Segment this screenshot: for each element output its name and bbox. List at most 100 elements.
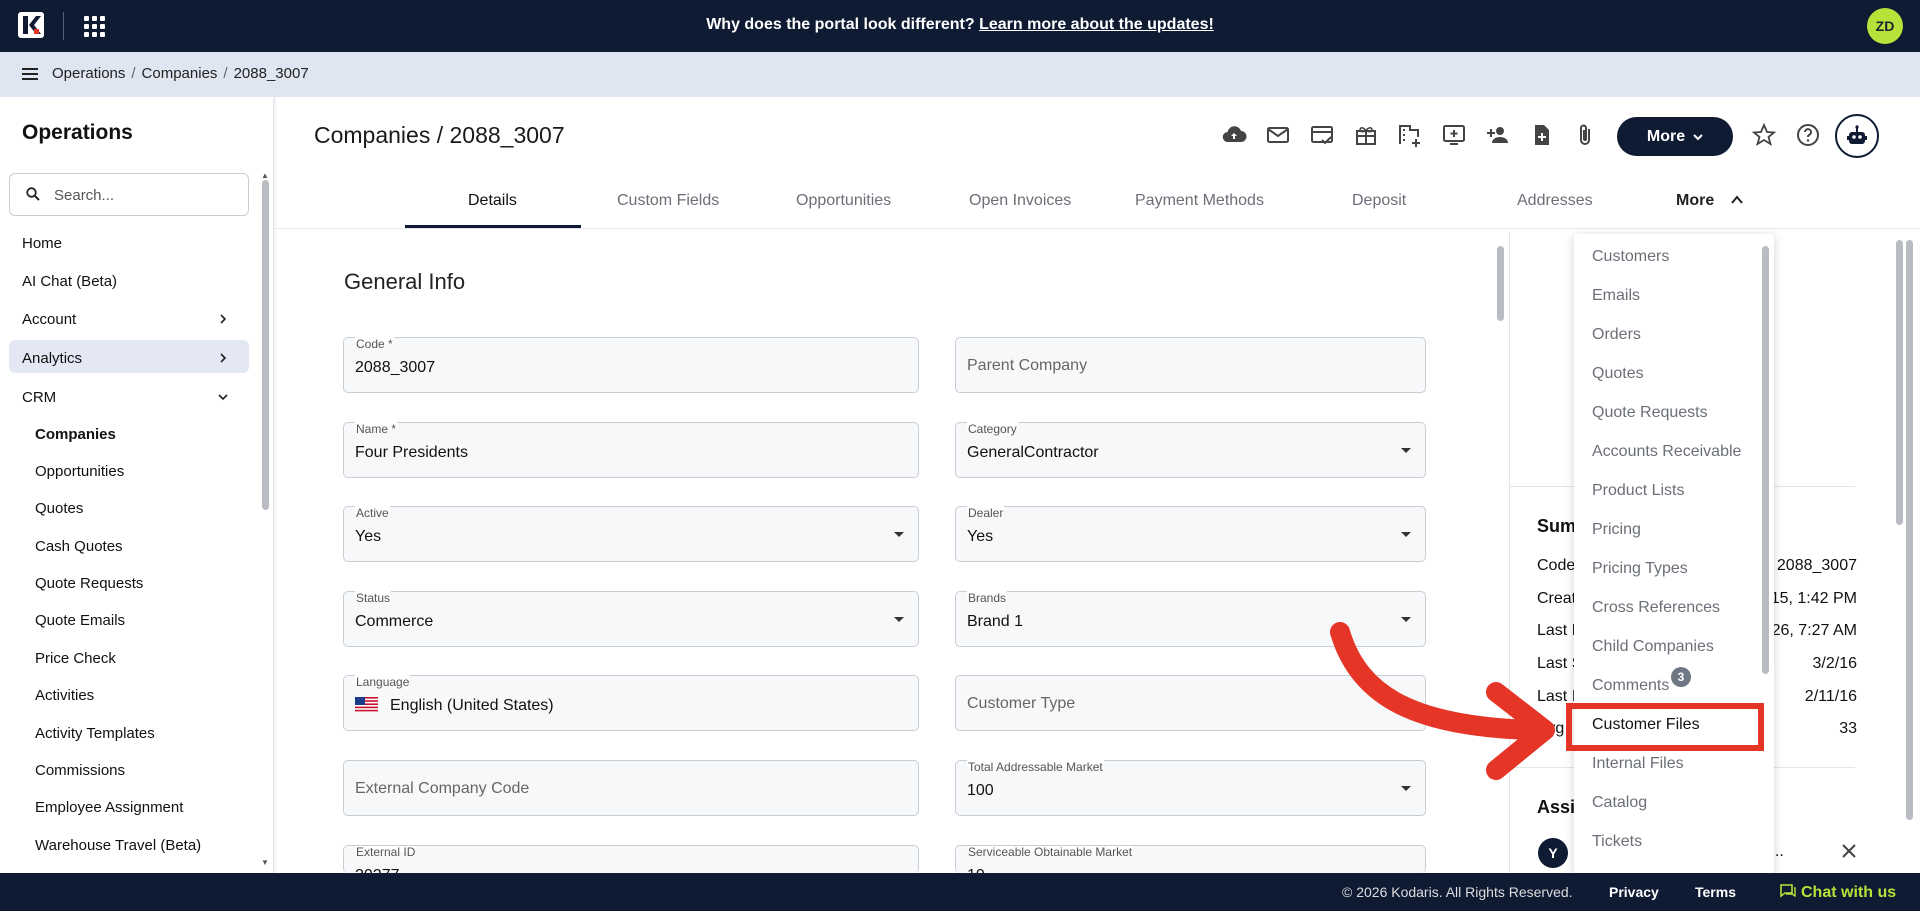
customer-type-select[interactable]: Customer Type [955, 675, 1426, 731]
dropdown-arrow-icon [1401, 532, 1411, 537]
parent-company-field[interactable]: Parent Company [955, 337, 1426, 393]
sidebar-item-quote-emails[interactable]: Quote Emails [35, 612, 125, 629]
tab-more[interactable]: More [1676, 192, 1743, 210]
tab-deposit[interactable]: Deposit [1352, 192, 1406, 210]
menu-item-child-companies[interactable]: Child Companies [1592, 638, 1714, 656]
more-button[interactable]: More [1617, 117, 1733, 156]
sidebar-item-home[interactable]: Home [22, 235, 62, 252]
tab-details[interactable]: Details [468, 192, 517, 210]
menu-item-emails[interactable]: Emails [1592, 287, 1640, 305]
sidebar-item-analytics[interactable]: Analytics [22, 350, 82, 367]
panel-scrollbar[interactable] [1896, 240, 1903, 525]
code-field[interactable]: Code * 2088_3007 [343, 337, 919, 393]
name-value: Four Presidents [355, 444, 468, 461]
summary-label: Creat [1537, 590, 1577, 607]
add-person-icon[interactable] [1485, 122, 1511, 148]
external-id-label: External ID [355, 845, 417, 859]
cloud-upload-icon[interactable] [1221, 122, 1247, 148]
brands-label: Brands [967, 591, 1008, 605]
menu-item-comments[interactable]: Comments [1592, 677, 1669, 695]
tab-addresses[interactable]: Addresses [1517, 192, 1593, 210]
menu-item-orders[interactable]: Orders [1592, 326, 1641, 344]
tab-opportunities[interactable]: Opportunities [796, 192, 891, 210]
sidebar-item-activities[interactable]: Activities [35, 687, 94, 704]
summary-title: Sum [1537, 516, 1577, 536]
scroll-up-icon[interactable]: ▲ [261, 171, 269, 180]
hamburger-menu-icon[interactable] [22, 68, 38, 80]
section-title: General Info [344, 269, 466, 294]
sidebar-item-employee-assignment[interactable]: Employee Assignment [35, 799, 183, 816]
star-icon[interactable] [1751, 122, 1777, 148]
breadcrumb-operations[interactable]: Operations [52, 65, 125, 82]
category-select[interactable]: Category GeneralContractor [955, 422, 1426, 478]
brands-value: Brand 1 [967, 613, 1024, 630]
tab-open-invoices[interactable]: Open Invoices [969, 192, 1071, 210]
assignee-avatar: Y [1538, 838, 1568, 868]
robot-icon [1847, 125, 1867, 144]
dropdown-arrow-icon [1401, 448, 1411, 453]
sidebar-item-activity-templates[interactable]: Activity Templates [35, 725, 155, 742]
add-to-screen-icon[interactable] [1441, 122, 1467, 148]
menu-item-tickets[interactable]: Tickets [1592, 833, 1642, 851]
menu-item-customers[interactable]: Customers [1592, 248, 1669, 266]
menu-item-quotes[interactable]: Quotes [1592, 365, 1644, 383]
menu-item-product-lists[interactable]: Product Lists [1592, 482, 1684, 500]
assistant-bot-button[interactable] [1835, 114, 1879, 158]
banner-link[interactable]: Learn more about the updates! [979, 16, 1214, 33]
page-scrollbar[interactable] [1906, 240, 1913, 820]
sidebar-scrollbar[interactable] [262, 180, 269, 510]
mail-icon[interactable] [1265, 122, 1291, 148]
external-company-code-field[interactable]: External Company Code [343, 760, 919, 816]
chevron-right-icon [220, 353, 227, 363]
menu-item-accounts-receivable[interactable]: Accounts Receivable [1592, 443, 1741, 461]
menu-item-cross-references[interactable]: Cross References [1592, 599, 1720, 617]
user-avatar[interactable]: ZD [1867, 8, 1903, 44]
menu-scrollbar[interactable] [1762, 246, 1769, 674]
menu-item-catalog[interactable]: Catalog [1592, 794, 1647, 812]
close-icon[interactable] [1840, 842, 1858, 860]
tab-custom-fields[interactable]: Custom Fields [617, 192, 719, 210]
privacy-link[interactable]: Privacy [1609, 884, 1659, 900]
top-bar: Why does the portal look different? Lear… [0, 0, 1920, 52]
menu-item-quote-requests[interactable]: Quote Requests [1592, 404, 1708, 422]
content-scrollbar[interactable] [1497, 246, 1504, 321]
terms-link[interactable]: Terms [1695, 884, 1736, 900]
sidebar-item-crm[interactable]: CRM [22, 389, 56, 406]
external-id-field[interactable]: External ID 20277 [343, 845, 919, 873]
sidebar-item-cash-quotes[interactable]: Cash Quotes [35, 538, 123, 555]
payment-check-icon[interactable] [1309, 122, 1335, 148]
sidebar-item-warehouse-travel[interactable]: Warehouse Travel (Beta) [35, 837, 201, 854]
breadcrumb-companies[interactable]: Companies [142, 65, 218, 82]
tab-payment-methods[interactable]: Payment Methods [1135, 192, 1264, 210]
gift-icon[interactable] [1353, 122, 1379, 148]
menu-item-pricing-types[interactable]: Pricing Types [1592, 560, 1688, 578]
status-select[interactable]: Status Commerce [343, 591, 919, 647]
name-field[interactable]: Name * Four Presidents [343, 422, 919, 478]
add-building-icon[interactable] [1397, 122, 1423, 148]
sidebar-item-quotes[interactable]: Quotes [35, 500, 83, 517]
add-document-icon[interactable] [1529, 122, 1555, 148]
scroll-down-icon[interactable]: ▼ [261, 858, 269, 867]
attachment-icon[interactable] [1573, 122, 1599, 148]
dropdown-arrow-icon [1401, 786, 1411, 791]
tab-more-label: More [1676, 192, 1715, 209]
tam-select[interactable]: Total Addressable Market 100 [955, 760, 1426, 816]
page-title: Companies / 2088_3007 [314, 122, 565, 148]
sidebar-item-account[interactable]: Account [22, 311, 76, 328]
language-field[interactable]: Language English (United States) [343, 675, 919, 731]
som-select[interactable]: Serviceable Obtainable Market 10 [955, 845, 1426, 873]
sidebar-item-price-check[interactable]: Price Check [35, 650, 116, 667]
sidebar-item-opportunities[interactable]: Opportunities [35, 463, 124, 480]
chat-button[interactable]: Chat with us [1780, 883, 1896, 902]
sidebar-item-ai-chat[interactable]: AI Chat (Beta) [22, 273, 117, 290]
menu-item-pricing[interactable]: Pricing [1592, 521, 1641, 539]
dealer-select[interactable]: Dealer Yes [955, 506, 1426, 562]
help-icon[interactable] [1795, 122, 1821, 148]
sidebar-item-companies[interactable]: Companies [35, 426, 116, 443]
sidebar-item-quote-requests[interactable]: Quote Requests [35, 575, 143, 592]
brands-select[interactable]: Brands Brand 1 [955, 591, 1426, 647]
menu-item-internal-files[interactable]: Internal Files [1592, 755, 1684, 773]
active-select[interactable]: Active Yes [343, 506, 919, 562]
sidebar-item-commissions[interactable]: Commissions [35, 762, 125, 779]
tab-divider [276, 228, 1920, 229]
